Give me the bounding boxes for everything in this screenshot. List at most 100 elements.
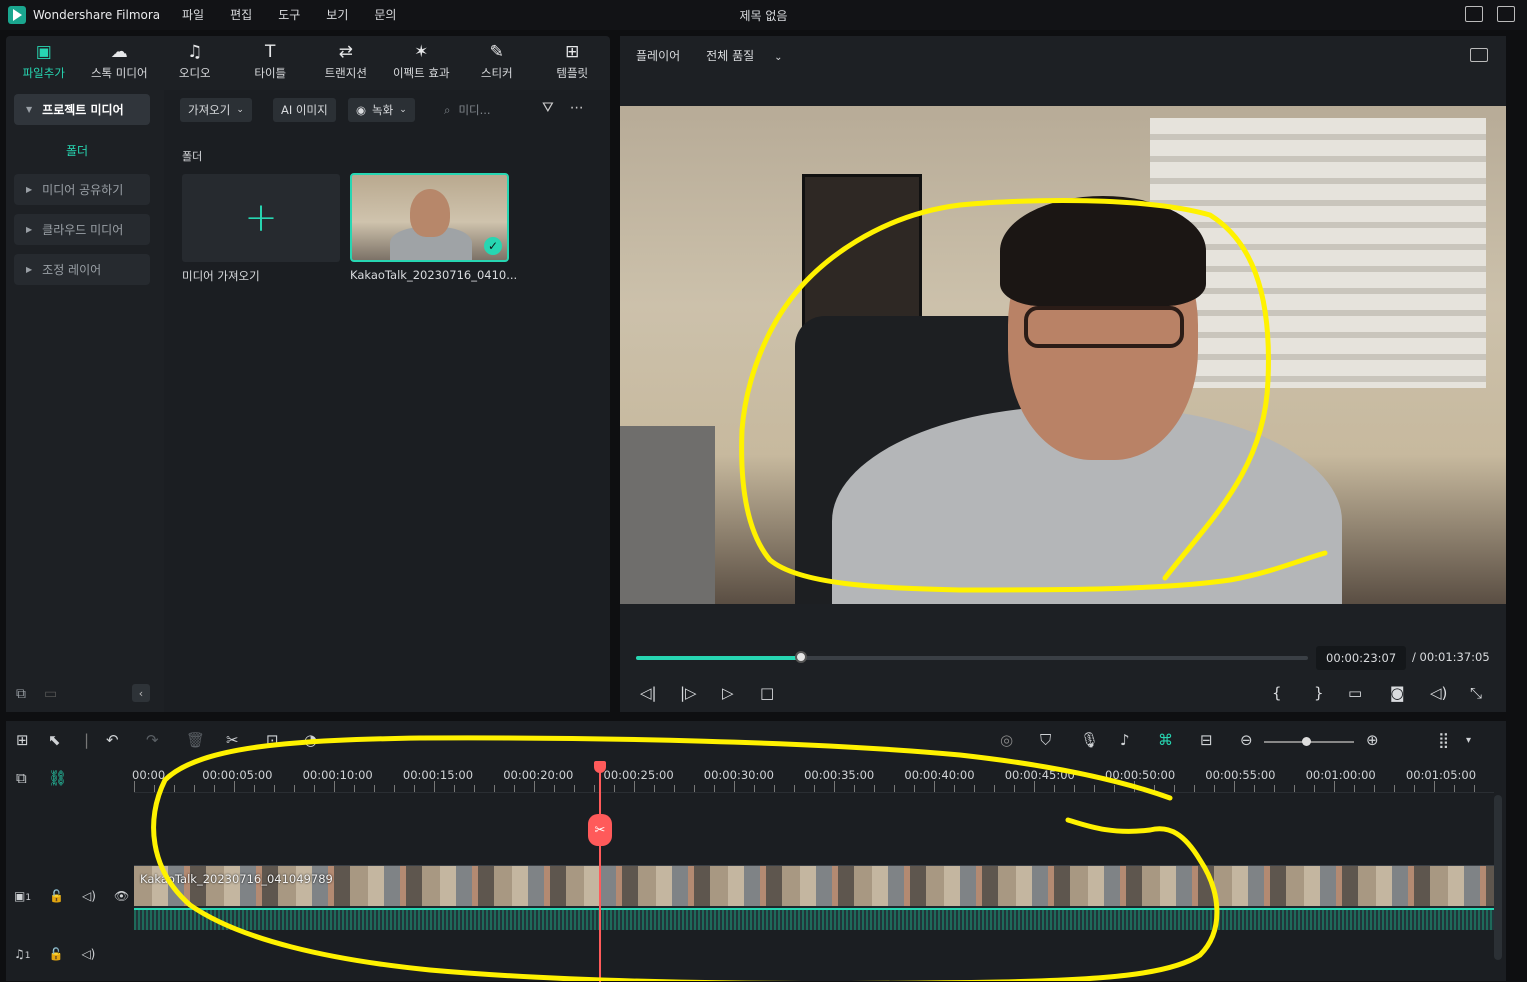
tab-templates[interactable]: ⊞ 템플릿 [535, 36, 611, 88]
media-sidebar: ▼ 프로젝트 미디어 폴더 ▶ 미디어 공유하기 ▶ 클라우드 미디어 ▶ 조정 레이어… [6, 90, 164, 712]
scope-icon[interactable] [1470, 48, 1488, 62]
clip-label: KakaoTalk_20230716_041049789 [140, 872, 333, 886]
ruler-tick [594, 785, 595, 792]
ai-image-label: AI 이미지 [281, 103, 328, 117]
playhead[interactable] [599, 761, 601, 982]
timeline-ruler[interactable]: 00:00 00:00:05:00 00:00:10:00 00:00:15:00 00… [132, 763, 1494, 793]
play-icon[interactable]: ▷ [722, 684, 734, 702]
zoom-out-icon[interactable]: ⊖ [1240, 731, 1253, 749]
transition-icon: ⇄ [338, 42, 353, 62]
menu-tools[interactable]: 도구 [278, 6, 300, 23]
tab-stock-media[interactable]: ☁ 스톡 미디어 [82, 36, 158, 88]
zoom-slider-handle[interactable] [1302, 737, 1311, 746]
mute-icon[interactable]: ◁) [82, 889, 96, 903]
ruler-label: 00:00:50:00 [1105, 768, 1176, 782]
audio-mix-icon[interactable]: ♪ [1120, 731, 1130, 749]
menu-view[interactable]: 보기 [326, 6, 348, 23]
sidebar-item-cloud-media[interactable]: ▶ 클라우드 미디어 [14, 214, 150, 245]
add-track-icon[interactable]: ⧉ [16, 769, 27, 787]
prev-frame-icon[interactable]: ◁| [640, 684, 657, 702]
ruler-tick [534, 781, 535, 792]
volume-icon[interactable]: ◁) [1430, 684, 1447, 702]
mark-out-icon[interactable]: } [1314, 684, 1324, 702]
media-search[interactable]: ⌕ 미디... [444, 98, 491, 122]
video-clip[interactable]: KakaoTalk_20230716_041049789 [134, 865, 1494, 930]
ruler-tick [1474, 785, 1475, 792]
menu-edit[interactable]: 편집 [230, 6, 252, 23]
ruler-tick [394, 785, 395, 792]
snapshot-icon[interactable]: ◙ [1390, 684, 1405, 702]
crop-icon[interactable]: ⊡ [266, 731, 279, 749]
fit-icon[interactable]: ⊟ [1200, 731, 1213, 749]
speed-icon[interactable]: ◔ [304, 731, 317, 749]
track-settings-icon[interactable]: ⣿ [1438, 731, 1449, 749]
ruler-tick [1014, 785, 1015, 792]
tab-transitions[interactable]: ⇄ 트랜지션 [308, 36, 384, 88]
mark-in-icon[interactable]: { [1272, 684, 1282, 702]
ruler-tick [1114, 785, 1115, 792]
layout-icon[interactable] [1465, 6, 1483, 22]
ruler-label: 00:00 [132, 768, 166, 782]
sidebar-item-adjustment-layer[interactable]: ▶ 조정 레이어 [14, 254, 150, 285]
mute-icon[interactable]: ◁) [81, 947, 95, 961]
ruler-tick [974, 785, 975, 792]
sidebar-item-project-media[interactable]: ▼ 프로젝트 미디어 [14, 94, 150, 125]
more-icon[interactable]: ⋯ [570, 100, 584, 116]
tab-audio[interactable]: ♫ 오디오 [157, 36, 233, 88]
search-input[interactable]: 미디... [458, 102, 490, 118]
media-clip-thumbnail[interactable]: ✓ [350, 173, 509, 262]
ai-image-button[interactable]: AI 이미지 [273, 98, 336, 122]
eye-icon[interactable]: 👁 [114, 889, 129, 903]
delete-icon[interactable]: 🗑 [186, 731, 205, 749]
tab-stickers[interactable]: ✎ 스티커 [459, 36, 535, 88]
chevron-down-icon[interactable]: ▾ [1466, 735, 1471, 746]
next-frame-icon[interactable]: |▷ [680, 684, 697, 702]
ruler-tick [994, 785, 995, 792]
ruler-tick [814, 785, 815, 792]
menu-help[interactable]: 문의 [374, 6, 396, 23]
stop-icon[interactable]: □ [760, 684, 774, 702]
zoom-in-icon[interactable]: ⊕ [1366, 731, 1379, 749]
tab-import-media[interactable]: ▣ 파일추가 [6, 36, 82, 88]
fullscreen-icon[interactable]: ⤡ [1470, 684, 1482, 702]
import-dropdown[interactable]: 가져오기 ⌄ [180, 98, 252, 122]
timeline-scrollbar[interactable] [1494, 795, 1502, 960]
chevron-down-icon: ⌄ [399, 105, 407, 115]
display-icon[interactable]: ▭ [1348, 684, 1362, 702]
lock-icon[interactable]: 🔓 [49, 889, 64, 903]
lock-icon[interactable]: 🔓 [49, 947, 64, 961]
ruler-tick [214, 785, 215, 792]
sidebar-folder[interactable]: 폴더 [66, 142, 88, 159]
marker-icon[interactable]: ⛉ [1040, 731, 1051, 749]
select-tool-icon[interactable]: ⬉ [48, 731, 61, 749]
render-icon[interactable]: ◎ [1000, 731, 1013, 749]
mic-icon[interactable]: 🎙 [1080, 731, 1099, 749]
filter-icon[interactable]: ⛛ [542, 100, 554, 116]
link-icon[interactable]: ⛓ [48, 769, 67, 787]
menu-file[interactable]: 파일 [182, 6, 204, 23]
playhead-scissors-icon[interactable]: ✂ [588, 814, 612, 846]
record-dropdown[interactable]: ◉ 녹화 ⌄ [348, 98, 415, 122]
ruler-tick [1214, 785, 1215, 792]
media-library: 가져오기 ⌄ AI 이미지 ◉ 녹화 ⌄ ⌕ 미디... ⛛ ⋯ 폴더 + 미디어 가져… [164, 90, 610, 712]
new-folder-icon[interactable]: ⧉ [16, 686, 26, 702]
snap-icon[interactable]: ⌘ [1158, 731, 1173, 749]
tab-titles[interactable]: T 타이틀 [233, 36, 309, 88]
import-media-tile[interactable]: + [182, 174, 340, 262]
seek-handle[interactable] [794, 651, 807, 663]
quality-dropdown[interactable]: 전체 품질 ⌄ [706, 47, 782, 64]
cut-icon[interactable]: ✂ [226, 731, 239, 749]
sidebar-item-shared-media[interactable]: ▶ 미디어 공유하기 [14, 174, 150, 205]
redo-icon[interactable]: ↷ [146, 731, 159, 749]
tab-effects[interactable]: ✶ 이펙트 효과 [384, 36, 460, 88]
save-icon[interactable] [1497, 6, 1515, 22]
record-label: 녹화 [372, 103, 394, 117]
undo-icon[interactable]: ↶ [106, 731, 119, 749]
playhead-handle[interactable] [594, 761, 606, 773]
folder-icon[interactable]: ▭ [44, 686, 57, 702]
layout-grid-icon[interactable]: ⊞ [16, 731, 29, 749]
seek-bar[interactable] [636, 651, 1308, 663]
sidebar-item-label: 조정 레이어 [42, 263, 102, 277]
collapse-sidebar-button[interactable]: ‹ [132, 684, 150, 702]
video-preview[interactable] [620, 106, 1506, 604]
